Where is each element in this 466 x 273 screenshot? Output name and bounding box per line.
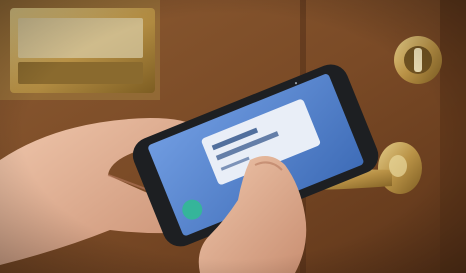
photo-scene: ● <box>0 0 466 273</box>
vignette <box>0 0 466 273</box>
